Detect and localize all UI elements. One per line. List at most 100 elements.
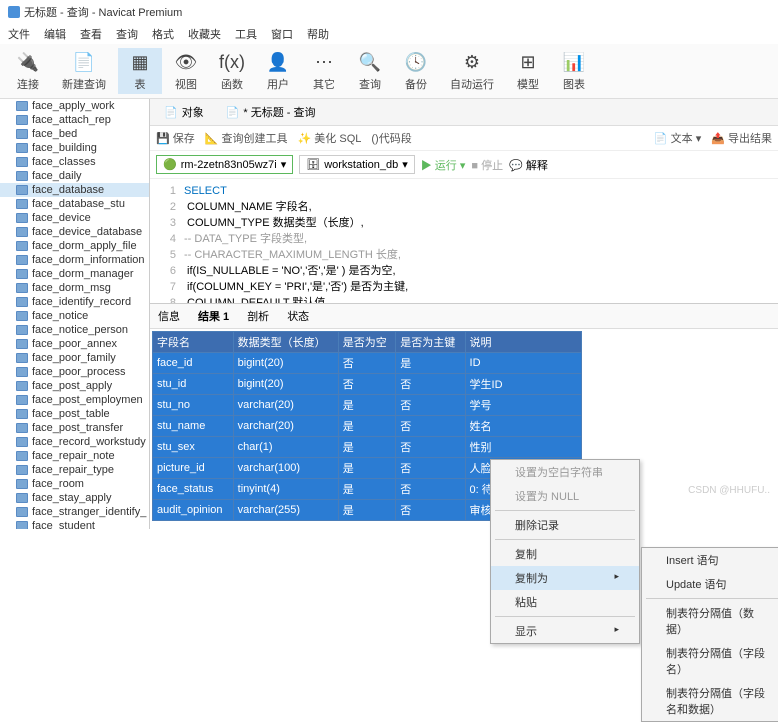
ctx-设置为 NULL[interactable]: 设置为 NULL [491, 484, 639, 508]
cell[interactable]: bigint(20) [233, 374, 338, 395]
ctx-制表符分隔值（数据）[interactable]: 制表符分隔值（数据） [642, 601, 778, 641]
tool-查询[interactable]: 🔍查询 [348, 48, 392, 94]
tab-objects[interactable]: 📄 对象 [154, 101, 214, 123]
tool-表[interactable]: ▦表 [118, 48, 162, 94]
beautify-sql-button[interactable]: ✨ 美化 SQL [298, 130, 362, 146]
result-tab-1[interactable]: 结果 1 [196, 306, 231, 326]
menu-工具[interactable]: 工具 [235, 26, 257, 42]
cell[interactable]: face_status [153, 479, 234, 500]
cell[interactable]: tinyint(4) [233, 479, 338, 500]
code-snippet-button[interactable]: ()代码段 [371, 130, 411, 146]
ctx-Insert 语句[interactable]: Insert 语句 [642, 548, 778, 572]
col-header[interactable]: 数据类型（长度） [233, 332, 338, 353]
tree-item-face_database[interactable]: face_database [0, 183, 149, 197]
database-combo[interactable]: 🗄 workstation_db ▾ [299, 155, 415, 174]
cell[interactable]: 是 [338, 437, 395, 458]
cell[interactable]: stu_id [153, 374, 234, 395]
cell[interactable]: 是 [338, 500, 395, 521]
cell[interactable]: varchar(100) [233, 458, 338, 479]
tab-query[interactable]: 📄 * 无标题 - 查询 [216, 101, 326, 123]
ctx-复制[interactable]: 复制 [491, 542, 639, 566]
tree-item-face_building[interactable]: face_building [0, 141, 149, 155]
tree-item-face_bed[interactable]: face_bed [0, 127, 149, 141]
tree-item-face_notice[interactable]: face_notice [0, 309, 149, 323]
cell[interactable]: 否 [338, 374, 395, 395]
tree-item-face_identify_record[interactable]: face_identify_record [0, 295, 149, 309]
tree-item-face_apply_work[interactable]: face_apply_work [0, 99, 149, 113]
cell[interactable]: stu_no [153, 395, 234, 416]
tool-用户[interactable]: 👤用户 [256, 48, 300, 94]
tree-item-face_poor_annex[interactable]: face_poor_annex [0, 337, 149, 351]
tree-item-face_post_apply[interactable]: face_post_apply [0, 379, 149, 393]
ctx-制表符分隔值（字段名和数据）[interactable]: 制表符分隔值（字段名和数据） [642, 681, 778, 721]
cell[interactable]: bigint(20) [233, 353, 338, 374]
ctx-显示[interactable]: 显示 [491, 619, 639, 643]
text-mode-button[interactable]: 📄 文本 ▾ [654, 130, 701, 146]
stop-button[interactable]: ■ 停止 [471, 157, 503, 173]
tree-item-face_poor_process[interactable]: face_poor_process [0, 365, 149, 379]
tool-备份[interactable]: 🕓备份 [394, 48, 438, 94]
menu-窗口[interactable]: 窗口 [271, 26, 293, 42]
save-button[interactable]: 💾 保存 [156, 130, 195, 146]
tree-item-face_room[interactable]: face_room [0, 477, 149, 491]
cell[interactable]: stu_sex [153, 437, 234, 458]
tree-item-face_attach_rep[interactable]: face_attach_rep [0, 113, 149, 127]
export-result-button[interactable]: 📤 导出结果 [711, 130, 772, 146]
menu-帮助[interactable]: 帮助 [307, 26, 329, 42]
menu-查看[interactable]: 查看 [80, 26, 102, 42]
tree-item-face_dorm_manager[interactable]: face_dorm_manager [0, 267, 149, 281]
cell[interactable]: 否 [396, 458, 465, 479]
cell[interactable]: 是 [338, 416, 395, 437]
cell[interactable]: 姓名 [465, 416, 581, 437]
tree-item-face_daily[interactable]: face_daily [0, 169, 149, 183]
col-header[interactable]: 说明 [465, 332, 581, 353]
cell[interactable]: 否 [396, 395, 465, 416]
cell[interactable]: 性别 [465, 437, 581, 458]
tree-item-face_student[interactable]: face_student [0, 519, 149, 529]
tree-item-face_notice_person[interactable]: face_notice_person [0, 323, 149, 337]
menu-收藏夹[interactable]: 收藏夹 [188, 26, 221, 42]
menu-查询[interactable]: 查询 [116, 26, 138, 42]
tree-item-face_dorm_information[interactable]: face_dorm_information [0, 253, 149, 267]
tool-自动运行[interactable]: ⚙自动运行 [440, 48, 504, 94]
cell[interactable]: 否 [396, 479, 465, 500]
context-submenu[interactable]: Insert 语句Update 语句制表符分隔值（数据）制表符分隔值（字段名）制… [641, 547, 778, 722]
result-tab-3[interactable]: 状态 [285, 306, 311, 326]
tree-item-face_poor_family[interactable]: face_poor_family [0, 351, 149, 365]
cell[interactable]: 否 [396, 374, 465, 395]
tool-函数[interactable]: f(x)函数 [210, 48, 254, 94]
tree-item-face_stranger_identify_[interactable]: face_stranger_identify_ [0, 505, 149, 519]
run-button[interactable]: ▶ 运行 ▾ [421, 157, 466, 173]
ctx-设置为空白字符串[interactable]: 设置为空白字符串 [491, 460, 639, 484]
cell[interactable]: 是 [338, 458, 395, 479]
col-header[interactable]: 是否为空 [338, 332, 395, 353]
tool-模型[interactable]: ⊞模型 [506, 48, 550, 94]
col-header[interactable]: 是否为主键 [396, 332, 465, 353]
tree-item-face_stay_apply[interactable]: face_stay_apply [0, 491, 149, 505]
result-tab-0[interactable]: 信息 [156, 306, 182, 326]
ctx-粘贴[interactable]: 粘贴 [491, 590, 639, 614]
tree-item-face_device_database[interactable]: face_device_database [0, 225, 149, 239]
cell[interactable]: audit_opinion [153, 500, 234, 521]
tool-连接[interactable]: 🔌连接 [6, 48, 50, 94]
cell[interactable]: 是 [396, 353, 465, 374]
col-header[interactable]: 字段名 [153, 332, 234, 353]
ctx-制表符分隔值（字段名）[interactable]: 制表符分隔值（字段名） [642, 641, 778, 681]
tree-item-face_post_transfer[interactable]: face_post_transfer [0, 421, 149, 435]
cell[interactable]: stu_name [153, 416, 234, 437]
menu-编辑[interactable]: 编辑 [44, 26, 66, 42]
cell[interactable]: char(1) [233, 437, 338, 458]
tool-新建查询[interactable]: 📄新建查询 [52, 48, 116, 94]
tree-item-face_post_table[interactable]: face_post_table [0, 407, 149, 421]
tool-图表[interactable]: 📊图表 [552, 48, 596, 94]
cell[interactable]: 否 [396, 416, 465, 437]
tool-其它[interactable]: ⋯其它 [302, 48, 346, 94]
context-menu[interactable]: 设置为空白字符串设置为 NULL删除记录复制复制为粘贴显示 [490, 459, 640, 644]
cell[interactable]: 否 [396, 500, 465, 521]
cell[interactable]: ID [465, 353, 581, 374]
cell[interactable]: 是 [338, 395, 395, 416]
tree-item-face_repair_note[interactable]: face_repair_note [0, 449, 149, 463]
result-tab-2[interactable]: 剖析 [245, 306, 271, 326]
explain-button[interactable]: 💬 解释 [509, 157, 548, 173]
tree-item-face_record_workstudy[interactable]: face_record_workstudy [0, 435, 149, 449]
